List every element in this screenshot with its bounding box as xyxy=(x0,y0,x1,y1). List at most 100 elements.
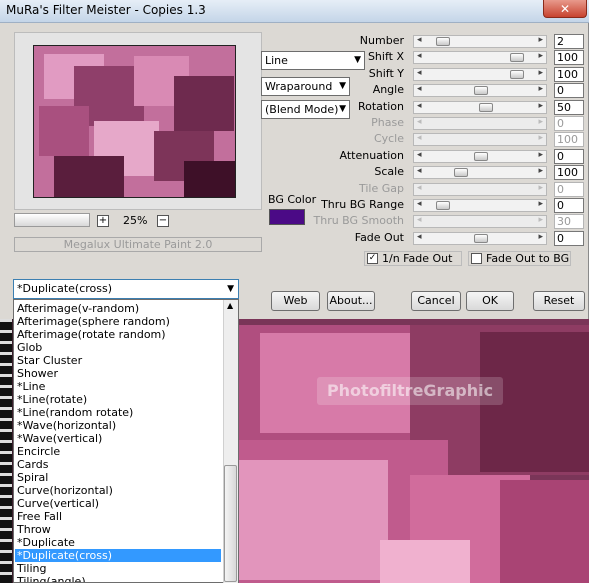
param-slider[interactable]: ◂ ▸ xyxy=(413,51,547,64)
dropdown-option[interactable]: Glob xyxy=(17,341,42,354)
dropdown-option[interactable]: *Duplicate xyxy=(17,536,75,549)
arrow-right-icon: ▸ xyxy=(538,51,543,61)
param-slider[interactable]: ◂ ▸ xyxy=(413,166,547,179)
zoom-level: 25% xyxy=(123,214,148,227)
param-label: Tile Gap xyxy=(358,182,404,195)
param-value-field[interactable]: 2 xyxy=(554,34,584,49)
reset-button[interactable]: Reset xyxy=(533,291,585,311)
dropdown-option[interactable]: *Duplicate(cross) xyxy=(15,549,221,562)
param-slider[interactable]: ◂ ▸ xyxy=(413,68,547,81)
dropdown-option[interactable]: *Line(random rotate) xyxy=(17,406,133,419)
dropdown-option[interactable]: Throw xyxy=(17,523,51,536)
arrow-left-icon: ◂ xyxy=(417,68,422,78)
param-slider[interactable]: ◂ ▸ xyxy=(413,101,547,114)
slider-thumb[interactable] xyxy=(510,53,524,62)
dropdown-option[interactable]: Afterimage(sphere random) xyxy=(17,315,170,328)
dropdown-option[interactable]: Cards xyxy=(17,458,48,471)
param-value-field[interactable]: 100 xyxy=(554,165,584,180)
arrow-left-icon: ◂ xyxy=(417,51,422,61)
shape-combo-value: Line xyxy=(265,54,288,67)
slider-thumb[interactable] xyxy=(436,37,450,46)
dropdown-scroll-thumb[interactable] xyxy=(224,465,237,582)
close-button[interactable]: ✕ xyxy=(543,0,587,18)
dropdown-option[interactable]: *Line xyxy=(17,380,45,393)
dropdown-option[interactable]: Afterimage(v-random) xyxy=(17,302,139,315)
title-bar[interactable]: MuRa's Filter Meister - Copies 1.3 ✕ xyxy=(0,0,589,23)
arrow-left-icon: ◂ xyxy=(417,232,422,242)
dropdown-option[interactable]: *Wave(horizontal) xyxy=(17,419,116,432)
zoom-slider[interactable] xyxy=(14,213,90,227)
dropdown-option[interactable]: Star Cluster xyxy=(17,354,82,367)
arrow-left-icon: ◂ xyxy=(417,215,422,225)
param-value-field[interactable]: 50 xyxy=(554,100,584,115)
about-button[interactable]: About... xyxy=(327,291,375,311)
param-slider[interactable]: ◂ ▸ xyxy=(413,35,547,48)
dropdown-option[interactable]: Afterimage(rotate random) xyxy=(17,328,166,341)
dropdown-option[interactable]: Curve(horizontal) xyxy=(17,484,113,497)
param-value-field[interactable]: 100 xyxy=(554,67,584,82)
param-value-field[interactable]: 0 xyxy=(554,149,584,164)
dropdown-option[interactable]: Free Fall xyxy=(17,510,62,523)
param-value-field: 0 xyxy=(554,182,584,197)
arrow-right-icon: ▸ xyxy=(538,84,543,94)
blend-combo-value: (Blend Mode) xyxy=(265,103,339,116)
slider-thumb[interactable] xyxy=(436,201,450,210)
zoom-in-button[interactable]: + xyxy=(97,215,109,227)
blend-combo[interactable]: (Blend Mode) ▼ xyxy=(261,100,350,119)
dropdown-option[interactable]: *Line(rotate) xyxy=(17,393,87,406)
dropdown-option[interactable]: Spiral xyxy=(17,471,48,484)
edge-combo[interactable]: Wraparound ▼ xyxy=(261,77,350,96)
effect-select[interactable]: *Duplicate(cross) ▼ xyxy=(13,279,239,299)
chevron-down-icon: ▼ xyxy=(354,55,361,65)
scroll-up-icon[interactable]: ▲ xyxy=(227,301,233,310)
dropdown-option[interactable]: Tiling(angle) xyxy=(17,575,86,582)
slider-thumb[interactable] xyxy=(474,234,488,243)
window-title: MuRa's Filter Meister - Copies 1.3 xyxy=(6,3,206,17)
param-label: Cycle xyxy=(373,132,404,145)
watermark: PhotofiltreGraphic xyxy=(317,377,503,405)
param-label: Fade Out xyxy=(354,231,404,244)
dropdown-option[interactable]: Encircle xyxy=(17,445,60,458)
param-value-field[interactable]: 0 xyxy=(554,231,584,246)
slider-thumb[interactable] xyxy=(479,103,493,112)
arrow-left-icon: ◂ xyxy=(417,183,422,193)
shape-combo[interactable]: Line ▼ xyxy=(261,51,365,70)
param-slider[interactable]: ◂ ▸ xyxy=(413,84,547,97)
param-slider[interactable]: ◂ ▸ xyxy=(413,199,547,212)
filter-dialog: MuRa's Filter Meister - Copies 1.3 ✕ + 2… xyxy=(0,0,589,319)
param-value-field[interactable]: 0 xyxy=(554,83,584,98)
param-slider: ◂ ▸ xyxy=(413,183,547,196)
param-slider: ◂ ▸ xyxy=(413,215,547,228)
slider-thumb[interactable] xyxy=(454,168,468,177)
param-label: Thru BG Range xyxy=(321,198,404,211)
arrow-left-icon: ◂ xyxy=(417,199,422,209)
slider-thumb[interactable] xyxy=(510,70,524,79)
ok-button[interactable]: OK xyxy=(466,291,514,311)
param-slider[interactable]: ◂ ▸ xyxy=(413,150,547,163)
preview-image[interactable] xyxy=(33,45,236,198)
param-slider[interactable]: ◂ ▸ xyxy=(413,232,547,245)
slider-thumb[interactable] xyxy=(474,152,488,161)
fade-bg-checkbox[interactable]: Fade Out to BG xyxy=(468,251,571,266)
slider-thumb[interactable] xyxy=(474,86,488,95)
cancel-button[interactable]: Cancel xyxy=(411,291,461,311)
zoom-out-button[interactable]: − xyxy=(157,215,169,227)
param-label: Rotation xyxy=(357,100,404,113)
dropdown-option[interactable]: *Wave(vertical) xyxy=(17,432,102,445)
dropdown-option[interactable]: Shower xyxy=(17,367,58,380)
fade-1n-checkbox[interactable]: ✓ 1/n Fade Out xyxy=(364,251,462,266)
arrow-right-icon: ▸ xyxy=(538,215,543,225)
param-label: Phase xyxy=(371,116,404,129)
param-value-field[interactable]: 0 xyxy=(554,198,584,213)
fade-bg-label: Fade Out to BG xyxy=(486,252,570,265)
dropdown-option[interactable]: Tiling xyxy=(17,562,47,575)
bg-color-swatch[interactable] xyxy=(269,209,305,225)
check-icon: ✓ xyxy=(367,253,378,264)
web-button[interactable]: Web xyxy=(271,291,320,311)
arrow-right-icon: ▸ xyxy=(538,150,543,160)
param-label: Thru BG Smooth xyxy=(313,214,405,227)
param-label: Shift X xyxy=(367,50,404,63)
dropdown-option[interactable]: Curve(vertical) xyxy=(17,497,99,510)
param-value-field[interactable]: 100 xyxy=(554,50,584,65)
param-label: Scale xyxy=(374,165,404,178)
